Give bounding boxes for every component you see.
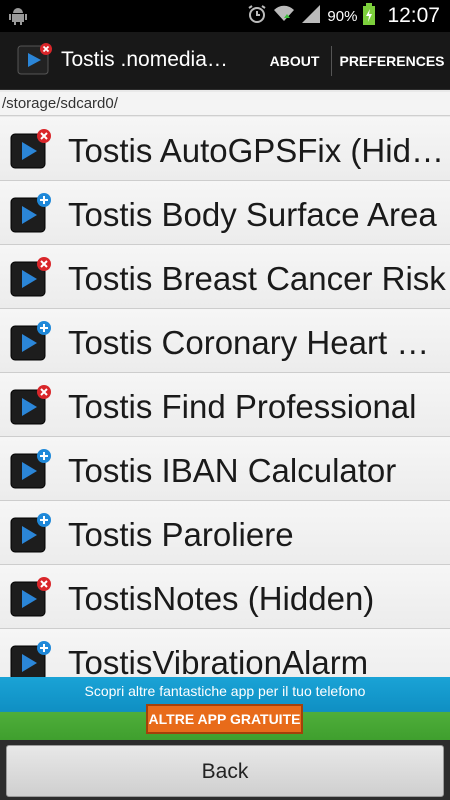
more-apps-button[interactable]: ALTRE APP GRATUITE [146, 704, 303, 734]
list-item-label: TostisNotes (Hidden) [68, 580, 375, 617]
list-item[interactable]: TostisNotes (Hidden) [0, 565, 450, 629]
alarm-icon [247, 4, 267, 28]
wifi-icon [273, 4, 295, 28]
ad-banner-message: Scopri altre fantastiche app per il tuo … [84, 683, 366, 699]
app-logo-icon[interactable] [17, 42, 53, 83]
clock: 12:07 [387, 4, 440, 27]
list-item-label: Tostis Paroliere [68, 516, 294, 553]
list-item[interactable]: Tostis Paroliere [0, 501, 450, 565]
folder-visible-icon [10, 192, 54, 239]
list-item[interactable]: Tostis Breast Cancer Risk [0, 245, 450, 309]
ad-banner[interactable]: Scopri altre fantastiche app per il tuo … [0, 677, 450, 740]
list-item[interactable]: Tostis Body Surface Area [0, 181, 450, 245]
folder-visible-icon [10, 512, 54, 559]
bottom-bar: Back [0, 740, 450, 800]
folder-hidden-icon [10, 256, 54, 303]
list-item[interactable]: Tostis IBAN Calculator [0, 437, 450, 501]
list-item-label: Tostis Find Professional [68, 388, 417, 425]
android-icon [8, 6, 28, 31]
battery-percent: 90% [327, 7, 358, 25]
current-path: /storage/sdcard0/ [0, 92, 450, 116]
list-item[interactable]: Tostis AutoGPSFix (Hidden) [0, 117, 450, 181]
folder-hidden-icon [10, 384, 54, 431]
folder-visible-icon [10, 448, 54, 495]
about-button[interactable]: ABOUT [258, 32, 331, 90]
preferences-button[interactable]: PREFERENCES [334, 32, 450, 90]
list-item-label: Tostis Breast Cancer Risk [68, 260, 446, 297]
folder-visible-icon [10, 640, 54, 677]
signal-icon [301, 4, 321, 28]
folder-visible-icon [10, 320, 54, 367]
list-item[interactable]: TostisVibrationAlarm [0, 629, 450, 677]
battery-charging-icon [363, 3, 376, 29]
list-item-label: Tostis Coronary Heart Disease [68, 324, 446, 361]
app-title: Tostis .nomedia… [61, 48, 228, 71]
list-item-label: Tostis AutoGPSFix (Hidden) [68, 132, 446, 169]
list-item-label: Tostis Body Surface Area [68, 196, 437, 233]
status-bar: 90% 12:07 [0, 0, 450, 32]
list-item-label: TostisVibrationAlarm [68, 644, 369, 677]
action-divider [331, 46, 332, 76]
folder-list[interactable]: Tostis AutoGPSFix (Hidden) Tostis Body S… [0, 117, 450, 677]
list-item-label: Tostis IBAN Calculator [68, 452, 397, 489]
back-button[interactable]: Back [6, 745, 444, 797]
list-item[interactable]: Tostis Coronary Heart Disease [0, 309, 450, 373]
folder-hidden-icon [10, 128, 54, 175]
list-item[interactable]: Tostis Find Professional [0, 373, 450, 437]
action-bar: Tostis .nomedia… ABOUT PREFERENCES [0, 32, 450, 90]
folder-hidden-icon [10, 576, 54, 623]
